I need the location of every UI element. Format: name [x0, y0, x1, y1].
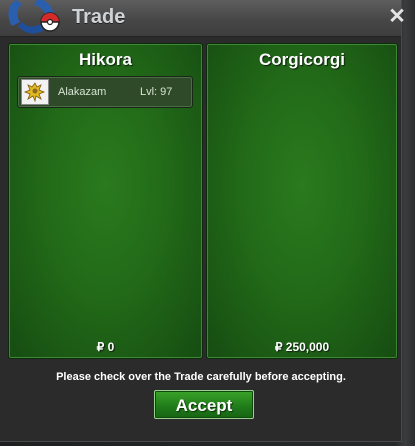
money-amount-left: ₽ 0: [96, 340, 115, 354]
accept-button[interactable]: Accept: [154, 390, 254, 419]
partner-offer-panel: Corgicorgi ₽ 250,000: [206, 43, 398, 359]
trade-notice: Please check over the Trade carefully be…: [56, 371, 346, 383]
player-name-corgicorgi: Corgicorgi: [259, 50, 345, 69]
money-amount-right: ₽ 250,000: [274, 340, 330, 354]
trade-window: Trade ✕ Hikora Alakazam Lvl: 97 ₽ 0 Corg…: [0, 0, 406, 442]
title-bar[interactable]: Trade ✕: [0, 0, 406, 37]
window-title: Trade: [72, 6, 126, 28]
player-name-hikora: Hikora: [79, 50, 132, 69]
my-offer-panel: Hikora Alakazam Lvl: 97 ₽ 0: [8, 43, 203, 359]
alakazam-icon: [21, 79, 49, 105]
trade-item-row[interactable]: Alakazam Lvl: 97: [17, 76, 193, 108]
pokemon-level: Lvl: 97: [140, 86, 173, 98]
pokeball-logo-icon: [8, 0, 60, 34]
pokemon-name: Alakazam: [58, 86, 107, 98]
close-icon[interactable]: ✕: [386, 6, 408, 28]
